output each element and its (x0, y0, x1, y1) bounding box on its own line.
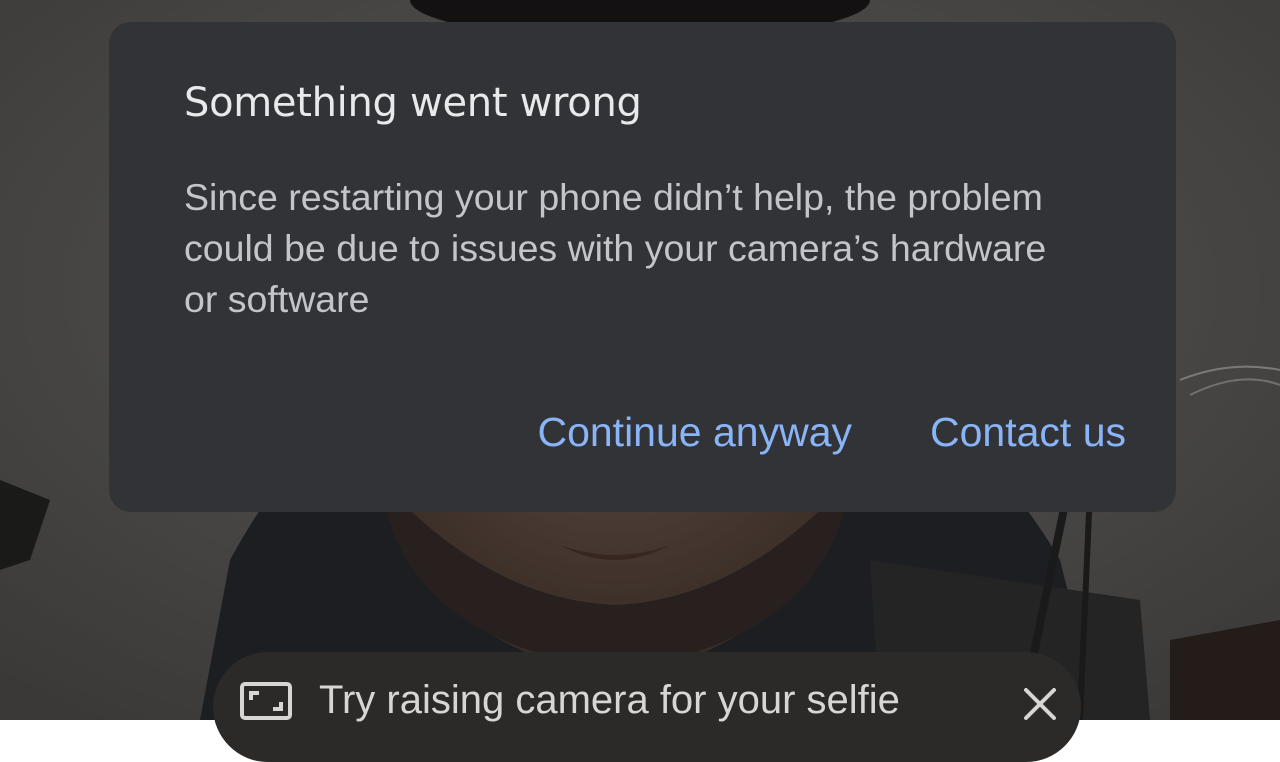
frame-corners-icon (240, 682, 292, 720)
dialog-message: Since restarting your phone didn’t help,… (184, 176, 1047, 320)
error-dialog: Something went wrong Since restarting yo… (109, 22, 1176, 512)
dialog-actions: Continue anyway Contact us (537, 404, 1126, 460)
continue-anyway-button[interactable]: Continue anyway (537, 404, 852, 460)
close-tip-button[interactable] (1018, 682, 1062, 726)
tip-text: Try raising camera for your selfie (319, 678, 900, 722)
contact-us-button[interactable]: Contact us (930, 404, 1126, 460)
close-icon (1024, 688, 1056, 720)
dialog-title: Something went wrong (184, 80, 642, 126)
selfie-tip-chip[interactable]: Try raising camera for your selfie (213, 652, 1081, 762)
